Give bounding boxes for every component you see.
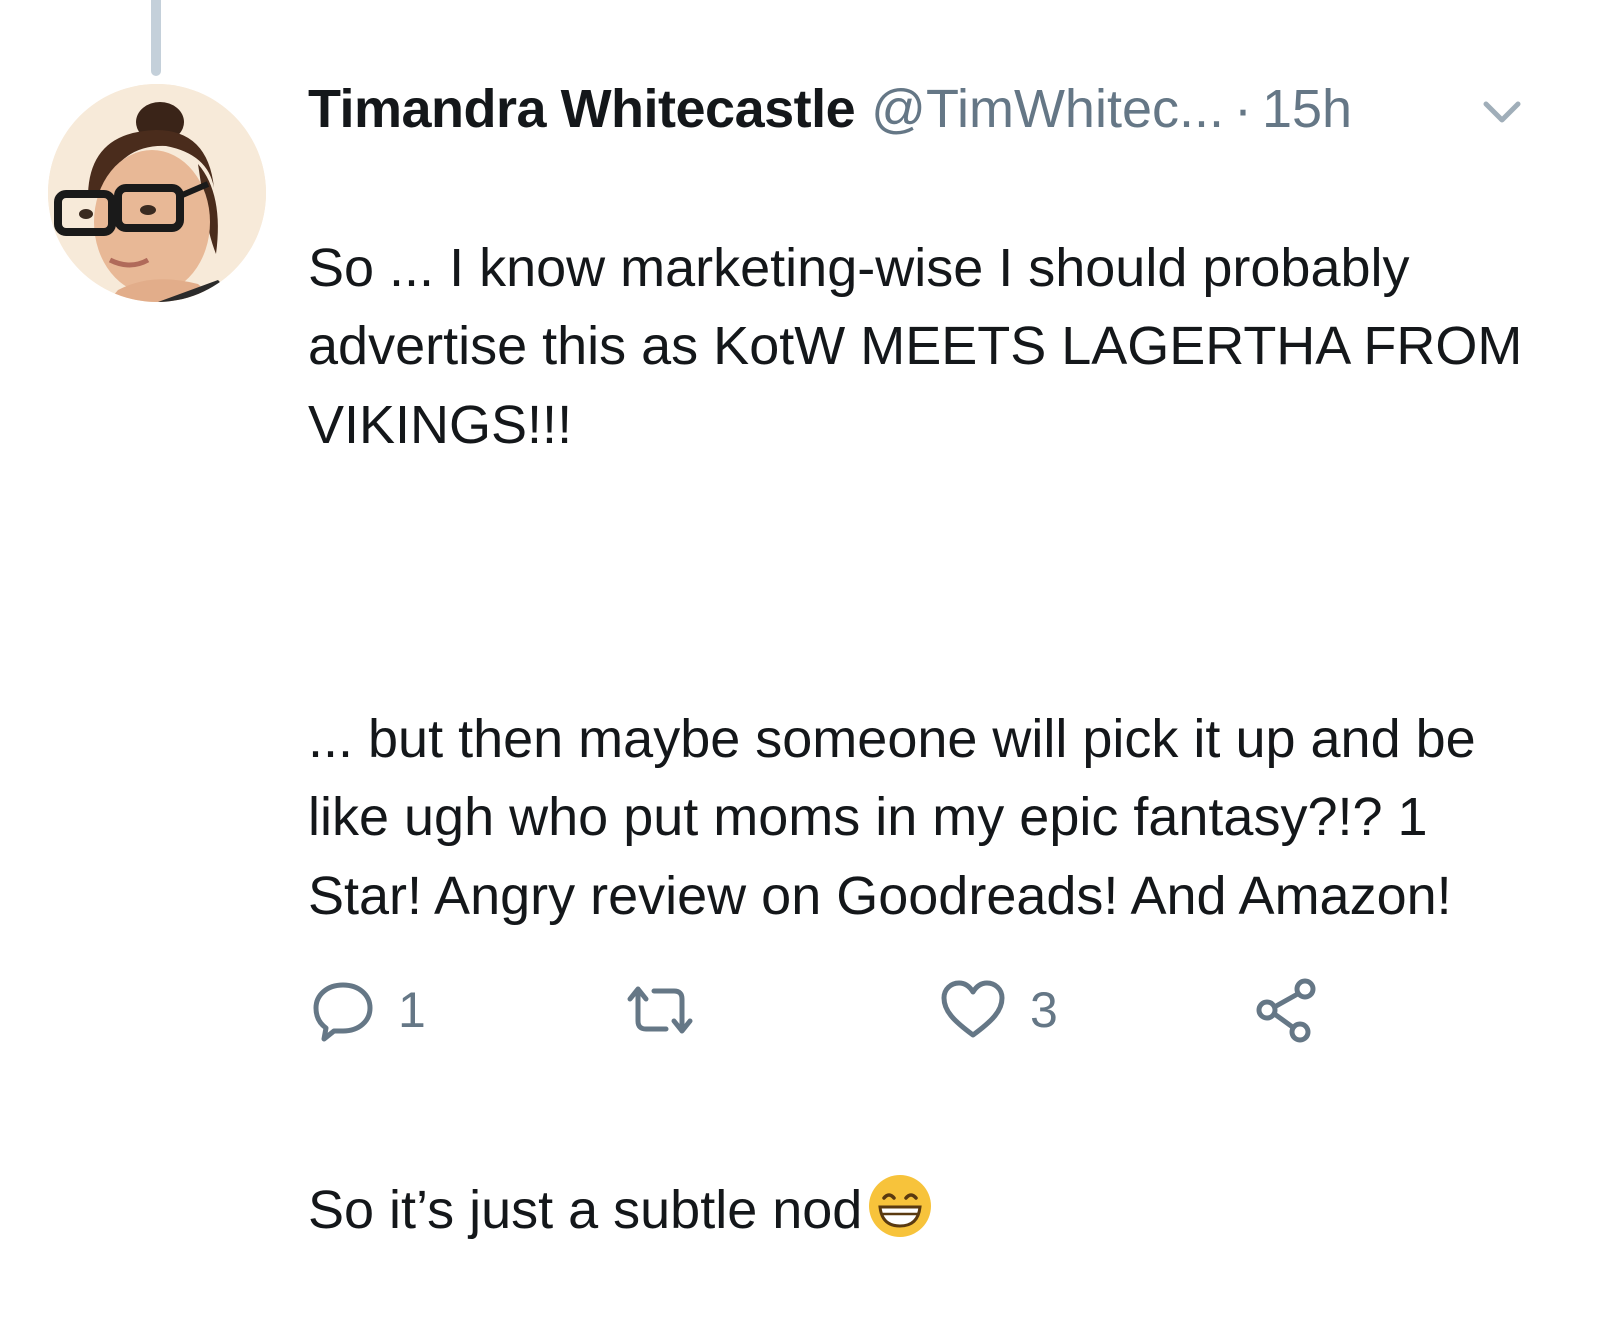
tweet-header: Timandra Whitecastle @TimWhitec... · 15h bbox=[308, 76, 1548, 142]
chevron-down-icon[interactable] bbox=[1480, 94, 1524, 128]
tweet[interactable]: Timandra Whitecastle @TimWhitec... · 15h… bbox=[308, 76, 1548, 1328]
heart-icon bbox=[941, 980, 1005, 1038]
tweet-paragraph: ... but then maybe someone will pick it … bbox=[308, 708, 1476, 926]
tweet-paragraph-last: So it’s just a subtle nod bbox=[308, 1171, 1548, 1250]
reply-icon bbox=[313, 982, 373, 1042]
tweet-paragraph-text: So it’s just a subtle nod bbox=[308, 1179, 863, 1240]
timestamp[interactable]: 15h bbox=[1262, 76, 1352, 142]
separator-dot: · bbox=[1234, 79, 1252, 139]
tweet-paragraph: So ... I know marketing-wise I should pr… bbox=[308, 237, 1523, 455]
tweet-text: So ... I know marketing-wise I should pr… bbox=[308, 150, 1548, 1328]
display-name[interactable]: Timandra Whitecastle bbox=[308, 76, 856, 142]
like-button[interactable]: 3 bbox=[938, 970, 1058, 1050]
tweet-actions: 1 3 bbox=[308, 970, 1408, 1050]
thread-connector-line bbox=[151, 0, 161, 76]
avatar[interactable] bbox=[48, 84, 266, 302]
retweet-icon bbox=[627, 986, 693, 1034]
reply-count: 1 bbox=[398, 982, 426, 1038]
avatar-photo bbox=[48, 84, 266, 302]
like-count: 3 bbox=[1030, 982, 1058, 1038]
grinning-face-emoji-icon bbox=[869, 1174, 932, 1237]
share-icon bbox=[1256, 978, 1316, 1043]
reply-button[interactable]: 1 bbox=[310, 970, 426, 1050]
share-button[interactable] bbox=[1254, 970, 1320, 1050]
retweet-button[interactable] bbox=[620, 970, 722, 1050]
user-handle[interactable]: @TimWhitec... bbox=[871, 76, 1224, 142]
